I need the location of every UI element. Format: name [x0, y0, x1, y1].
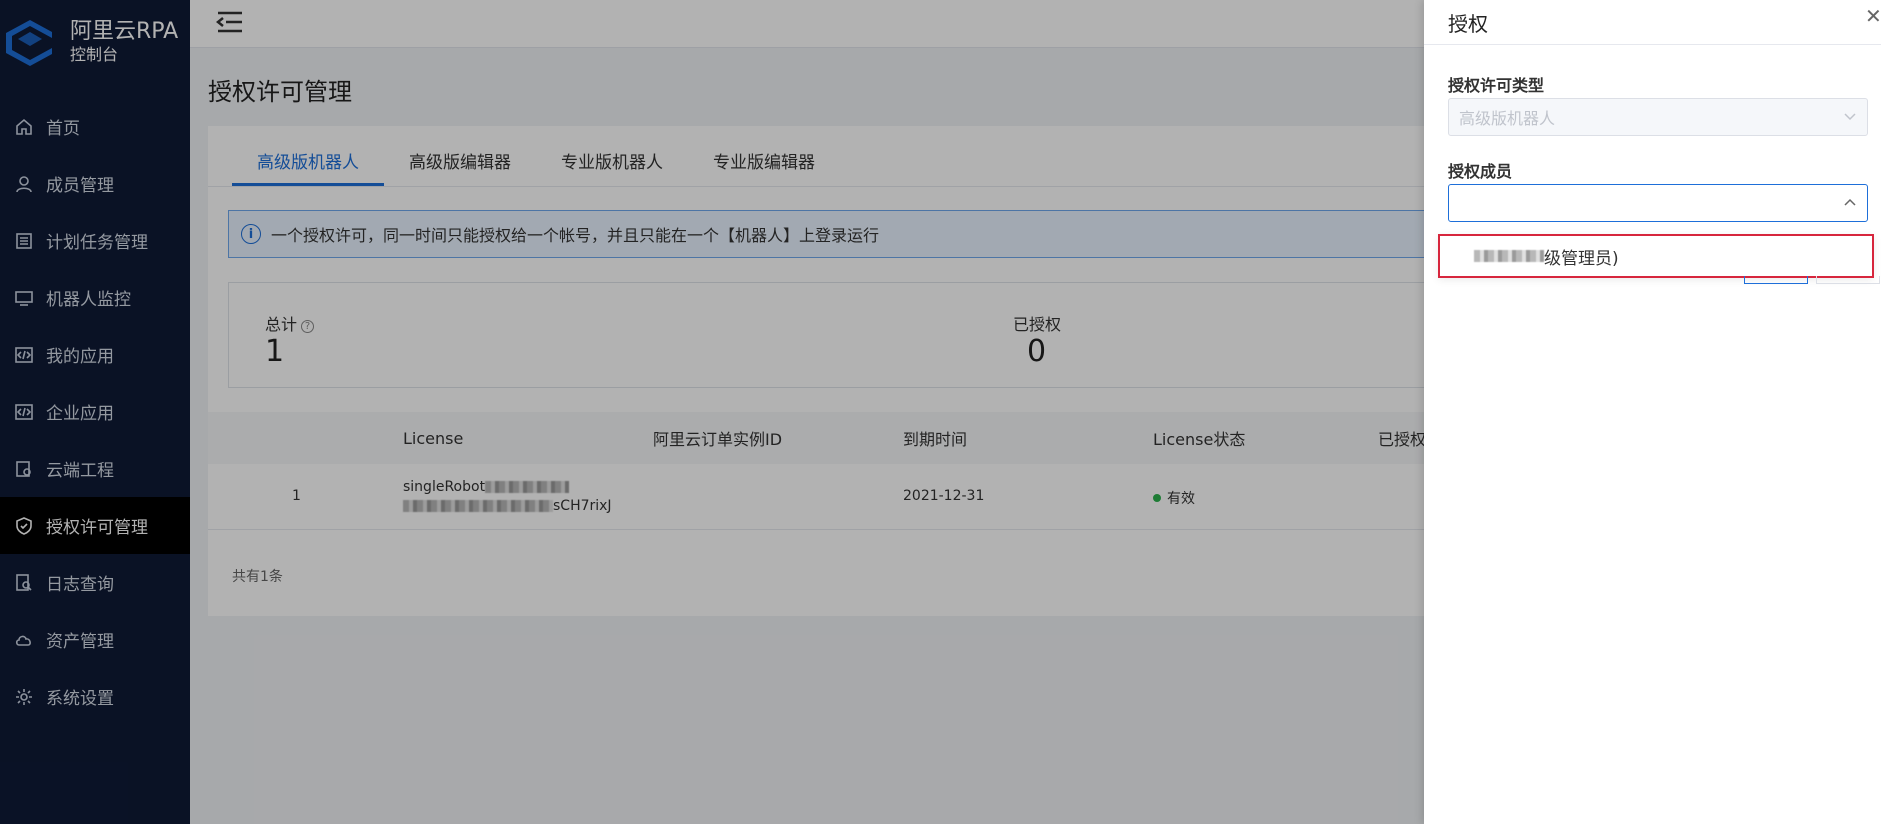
redacted-text [1474, 250, 1544, 262]
license-type-label: 授权许可类型 [1448, 76, 1545, 95]
license-type-select: 高级版机器人 [1448, 98, 1868, 136]
close-icon[interactable]: ✕ [1865, 4, 1881, 28]
authorize-drawer: 授权 ✕ 授权许可类型 高级版机器人 授权成员 级管理员) [1424, 0, 1881, 824]
license-type-value: 高级版机器人 [1459, 109, 1556, 128]
chevron-up-icon [1844, 198, 1856, 206]
cancel-button[interactable] [1816, 276, 1880, 284]
member-label: 授权成员 [1448, 162, 1513, 181]
modal-overlay[interactable] [0, 0, 1424, 824]
member-select[interactable] [1448, 184, 1868, 222]
member-option-label: 级管理员) [1544, 248, 1619, 269]
member-option[interactable]: 级管理员) [1438, 234, 1874, 278]
drawer-header: 授权 ✕ [1424, 0, 1881, 45]
drawer-title: 授权 [1448, 11, 1488, 36]
chevron-down-icon [1844, 113, 1856, 121]
confirm-button[interactable] [1744, 276, 1808, 284]
